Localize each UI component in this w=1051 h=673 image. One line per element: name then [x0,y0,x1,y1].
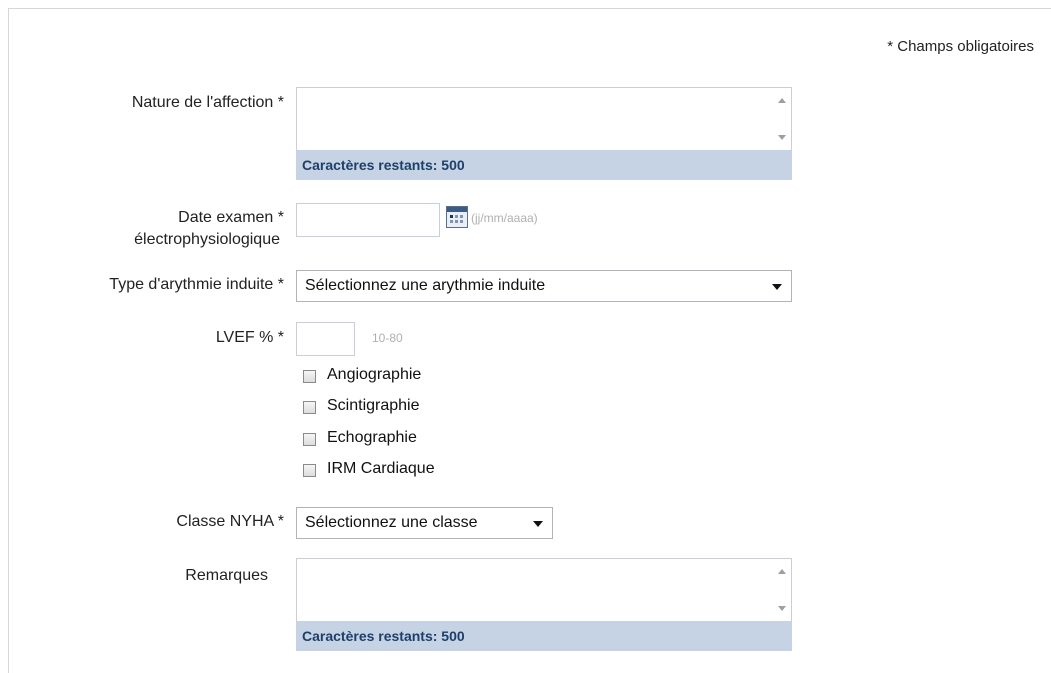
required-fields-note: * Champs obligatoires [887,38,1034,55]
date-exam-label-line2: électrophysiologique [134,231,280,248]
scroll-up-icon[interactable] [778,98,786,103]
checkbox-label: Scintigraphie [327,397,420,414]
date-exam-input[interactable] [296,203,440,237]
nature-char-counter: Caractères restants: 500 [296,150,792,180]
arythmie-select[interactable]: Sélectionnez une arythmie induite [296,270,792,302]
nyha-label: Classe NYHA * [176,513,284,530]
lvef-range-hint: 10-80 [372,331,403,345]
checkbox-box[interactable] [303,401,316,414]
remarques-char-counter: Caractères restants: 500 [296,621,792,651]
checkbox-label: Angiographie [327,366,422,383]
checkbox-box[interactable] [303,370,316,383]
scroll-up-icon[interactable] [778,569,786,574]
checkbox-box[interactable] [303,464,316,477]
nyha-select[interactable]: Sélectionnez une classe [296,507,553,539]
scroll-down-icon[interactable] [778,135,786,140]
lvef-label: LVEF % * [215,329,284,346]
chevron-down-icon[interactable] [772,284,782,290]
nature-textarea[interactable] [296,87,792,151]
scroll-down-icon[interactable] [778,606,786,611]
remarques-label: Remarques [185,567,268,584]
nature-scrollbar[interactable] [774,88,791,150]
nyha-selected-value: Sélectionnez une classe [305,514,478,531]
form-left-border [8,8,9,673]
remarques-textarea[interactable] [296,558,792,622]
nature-label: Nature de l'affection * [131,94,284,111]
checkbox-label: IRM Cardiaque [327,460,435,477]
arythmie-selected-value: Sélectionnez une arythmie induite [305,277,546,294]
calendar-icon[interactable] [446,206,468,228]
form-top-border [8,8,1051,9]
chevron-down-icon[interactable] [533,521,543,527]
arythmie-label: Type d'arythmie induite * [109,276,284,293]
lvef-input[interactable] [296,322,355,356]
remarques-scrollbar[interactable] [774,559,791,621]
checkbox-box[interactable] [303,433,316,446]
checkbox-label: Echographie [327,429,417,446]
date-format-hint: (jj/mm/aaaa) [471,211,538,225]
date-exam-label-line1: Date examen * [178,209,284,226]
